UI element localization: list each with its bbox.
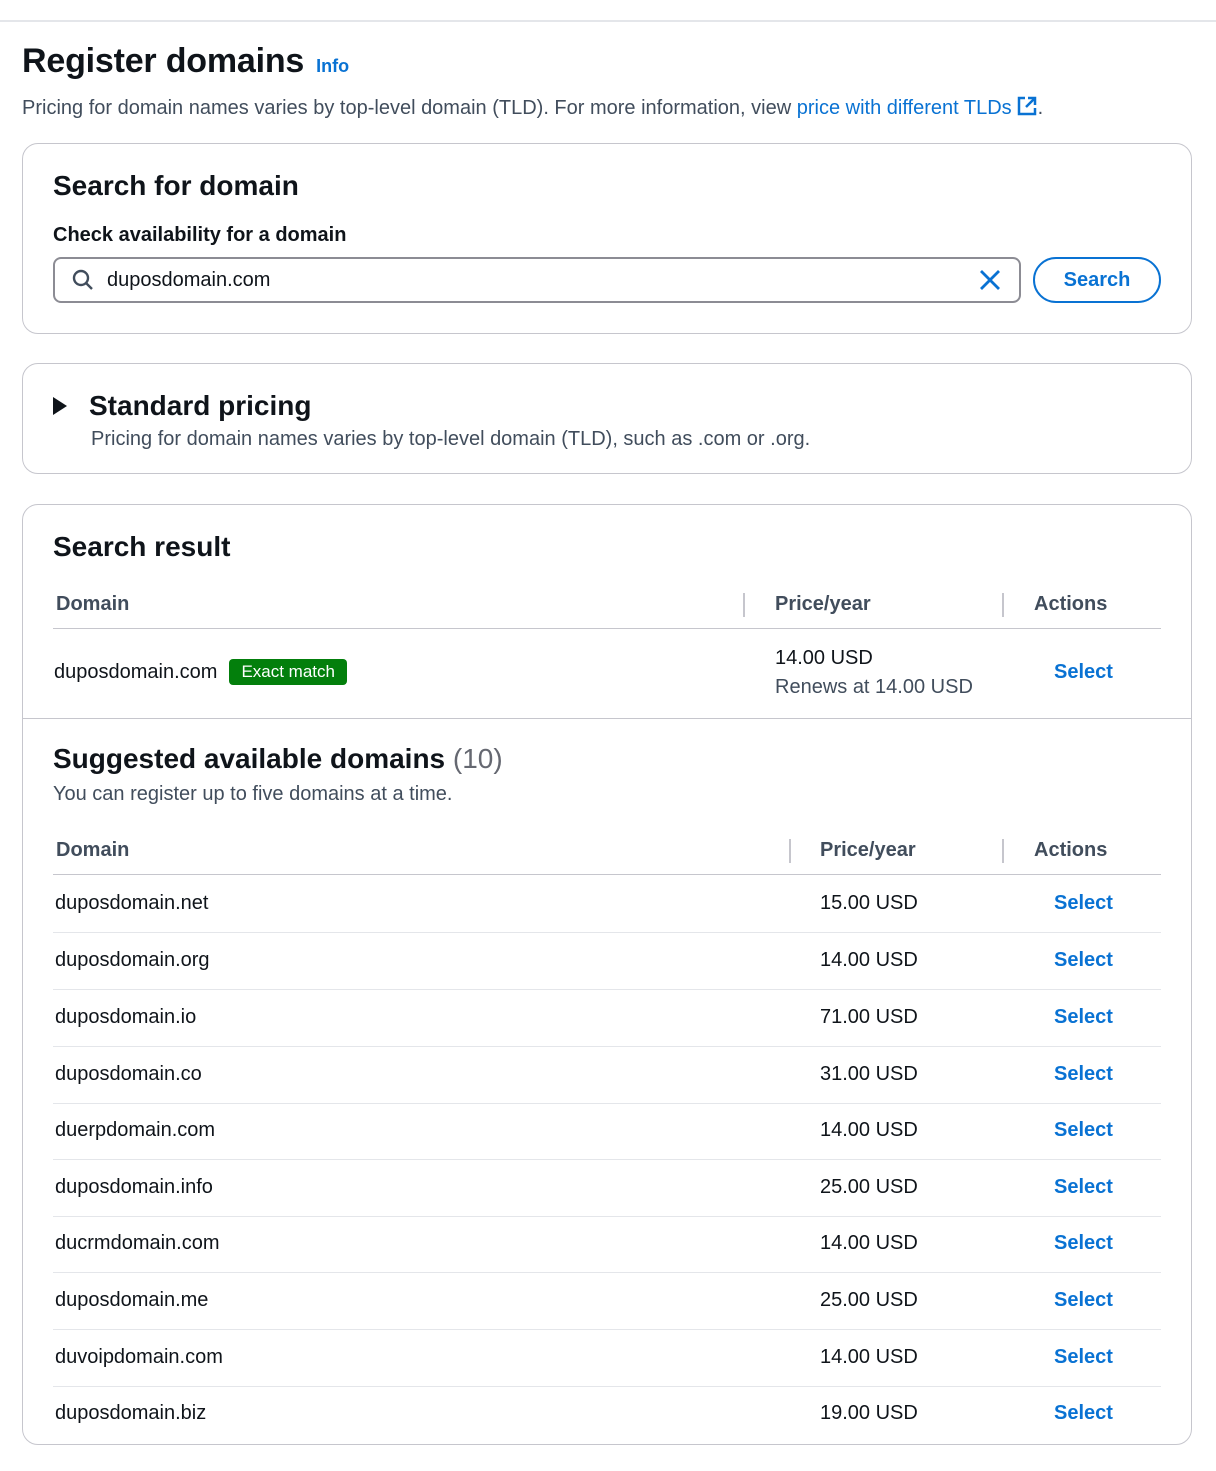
row-price: 31.00 USD	[820, 1063, 918, 1085]
close-icon[interactable]	[977, 267, 1003, 293]
column-divider[interactable]	[743, 593, 745, 617]
search-button[interactable]: Search	[1033, 257, 1161, 303]
column-divider[interactable]	[789, 839, 791, 863]
column-price[interactable]: Price/year	[775, 593, 871, 616]
table-row: duposdomain.net 15.00 USD Select	[53, 876, 1161, 933]
select-link[interactable]: Select	[1054, 1006, 1113, 1029]
row-price: 15.00 USD	[820, 892, 918, 914]
info-link[interactable]: Info	[316, 56, 349, 77]
result-price: 14.00 USD	[775, 647, 873, 669]
tld-pricing-link[interactable]: price with different TLDs	[796, 96, 1038, 119]
exact-match-badge: Exact match	[229, 659, 347, 685]
select-link[interactable]: Select	[1054, 1402, 1113, 1425]
column-domain[interactable]: Domain	[56, 593, 129, 616]
result-renewal: Renews at 14.00 USD	[775, 676, 973, 698]
suggested-count: (10)	[452, 743, 503, 774]
row-domain: duposdomain.net	[55, 892, 209, 914]
table-row: duerpdomain.com 14.00 USD Select	[53, 1103, 1161, 1160]
page-description: Pricing for domain names varies by top-l…	[22, 95, 1202, 120]
standard-pricing-card: Standard pricing Pricing for domain name…	[22, 363, 1192, 474]
standard-pricing-toggle[interactable]: Standard pricing	[53, 390, 311, 422]
result-domain: duposdomain.com Exact match	[54, 659, 347, 685]
table-row: duposdomain.org 14.00 USD Select	[53, 933, 1161, 990]
column-price[interactable]: Price/year	[820, 839, 916, 862]
description-suffix: .	[1037, 97, 1044, 119]
select-link[interactable]: Select	[1054, 1289, 1113, 1312]
column-divider[interactable]	[1002, 593, 1004, 617]
standard-pricing-title: Standard pricing	[89, 390, 312, 421]
page-header: Register domains Info Pricing for domain…	[22, 42, 1202, 120]
column-domain[interactable]: Domain	[56, 839, 129, 862]
row-domain: duposdomain.biz	[55, 1402, 207, 1424]
table-row: duposdomain.co 31.00 USD Select	[53, 1047, 1161, 1104]
domain-search-input[interactable]	[107, 268, 977, 292]
top-divider	[0, 20, 1216, 22]
search-result-title: Search result	[53, 531, 231, 562]
suggested-title-text: Suggested available domains	[53, 743, 446, 774]
row-price: 14.00 USD	[820, 1346, 918, 1368]
suggested-title: Suggested available domains (10)	[53, 743, 503, 775]
row-price: 19.00 USD	[820, 1402, 918, 1424]
section-divider	[23, 718, 1191, 719]
table-row: duposdomain.biz 19.00 USD Select	[53, 1386, 1161, 1443]
row-domain: duposdomain.io	[55, 1006, 197, 1028]
row-price: 14.00 USD	[820, 949, 918, 971]
row-domain: duposdomain.org	[55, 949, 210, 971]
row-domain: duerpdomain.com	[55, 1119, 216, 1141]
table-row: duposdomain.io 71.00 USD Select	[53, 990, 1161, 1047]
domain-search-field[interactable]	[53, 257, 1021, 303]
search-field-label: Check availability for a domain	[53, 224, 347, 246]
row-price: 25.00 USD	[820, 1289, 918, 1311]
row-domain: duposdomain.info	[55, 1176, 213, 1198]
table-row: duposdomain.info 25.00 USD Select	[53, 1160, 1161, 1217]
row-price: 14.00 USD	[820, 1232, 918, 1254]
row-price: 14.00 USD	[820, 1119, 918, 1141]
suggested-table-header: Domain Price/year Actions	[53, 829, 1161, 875]
select-link[interactable]: Select	[1054, 1232, 1113, 1255]
result-table-header: Domain Price/year Actions	[53, 583, 1161, 629]
result-domain-name: duposdomain.com	[54, 661, 218, 683]
select-link[interactable]: Select	[1054, 1063, 1113, 1086]
select-link[interactable]: Select	[1054, 1176, 1113, 1199]
row-price: 71.00 USD	[820, 1006, 918, 1028]
select-result-link[interactable]: Select	[1054, 661, 1113, 684]
row-domain: duvoipdomain.com	[55, 1346, 223, 1368]
search-card: Search for domain Check availability for…	[22, 143, 1192, 334]
row-domain: duposdomain.me	[55, 1289, 209, 1311]
select-link[interactable]: Select	[1054, 1346, 1113, 1369]
table-row: duposdomain.me 25.00 USD Select	[53, 1273, 1161, 1330]
page-title: Register domains	[22, 42, 305, 80]
select-link[interactable]: Select	[1054, 1119, 1113, 1142]
column-actions: Actions	[1034, 839, 1108, 861]
row-domain: duposdomain.co	[55, 1063, 202, 1085]
description-text: Pricing for domain names varies by top-l…	[22, 97, 797, 119]
select-link[interactable]: Select	[1054, 949, 1113, 972]
column-actions: Actions	[1034, 593, 1108, 615]
search-icon	[72, 269, 93, 290]
table-row: duvoipdomain.com 14.00 USD Select	[53, 1330, 1161, 1387]
select-link[interactable]: Select	[1054, 892, 1113, 915]
suggested-description: You can register up to five domains at a…	[53, 783, 453, 805]
search-result-card: Search result Domain Price/year Actions …	[22, 504, 1192, 1445]
caret-right-icon[interactable]	[53, 397, 67, 415]
tld-pricing-link-label: price with different TLDs	[796, 97, 1012, 119]
row-domain: ducrmdomain.com	[55, 1232, 220, 1254]
standard-pricing-description: Pricing for domain names varies by top-l…	[91, 428, 811, 450]
external-link-icon	[1017, 96, 1036, 116]
column-divider[interactable]	[1002, 839, 1004, 863]
search-card-title: Search for domain	[53, 170, 299, 201]
row-price: 25.00 USD	[820, 1176, 918, 1198]
table-row: ducrmdomain.com 14.00 USD Select	[53, 1216, 1161, 1273]
